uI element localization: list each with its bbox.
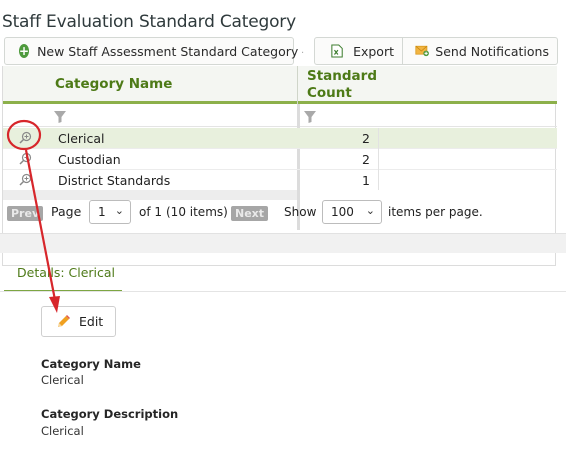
pager: Prev Page 1 ⌄ of 1 (10 items) Next Show … <box>3 190 557 266</box>
table-row[interactable]: Custodian 2 <box>3 149 557 169</box>
table-row[interactable]: District Standards 1 <box>3 170 557 190</box>
section-divider <box>0 233 566 253</box>
filter-icon[interactable] <box>54 111 66 123</box>
pencil-icon <box>58 315 70 327</box>
tab-details-label: Details: Clerical <box>17 265 116 280</box>
per-page-select-value: 100 <box>331 205 354 219</box>
cell-standard-count: 2 <box>362 131 370 146</box>
per-page-suffix: items per page. <box>388 205 483 219</box>
horizontal-scrollbar[interactable] <box>3 190 297 200</box>
grid-header: Category Name Standard Count <box>3 66 557 104</box>
chevron-down-icon: ⌄ <box>114 204 124 217</box>
per-page-select[interactable]: 100 ⌄ <box>322 200 382 224</box>
next-page-button[interactable]: Next <box>231 206 269 221</box>
cell-standard-count: 2 <box>362 152 370 167</box>
page-select-value: 1 <box>98 205 106 219</box>
zoom-icon[interactable] <box>19 173 32 186</box>
prev-page-button[interactable]: Prev <box>7 206 44 221</box>
tab-divider <box>0 291 566 292</box>
table-row[interactable]: Clerical 2 <box>3 128 557 148</box>
tab-details[interactable]: Details: Clerical <box>4 256 122 292</box>
page-title: Staff Evaluation Standard Category <box>2 12 296 32</box>
export-button[interactable]: Export <box>314 37 403 65</box>
cell-category-name: Clerical <box>58 131 105 146</box>
field-label-category-name: Category Name <box>41 357 141 371</box>
edit-label: Edit <box>79 314 104 329</box>
excel-icon <box>331 44 343 58</box>
field-value-category-name: Clerical <box>41 373 84 387</box>
toolbar-separator: · <box>301 48 305 59</box>
items-count-text: (10 items) <box>166 205 228 219</box>
column-divider <box>378 128 379 190</box>
show-label: Show <box>284 205 317 219</box>
column-header-standard-count[interactable]: Standard Count <box>307 68 377 102</box>
page-select[interactable]: 1 ⌄ <box>89 200 131 224</box>
filter-row <box>3 107 557 127</box>
new-category-button[interactable]: + New Staff Assessment Standard Category <box>4 37 298 65</box>
zoom-icon[interactable] <box>19 131 32 144</box>
page-of-text: of 1 <box>139 205 163 219</box>
filter-icon[interactable] <box>304 111 316 123</box>
column-divider <box>297 66 298 104</box>
mail-add-icon <box>415 45 429 57</box>
field-value-category-description: Clerical <box>41 424 84 438</box>
edit-button[interactable]: Edit <box>41 306 116 337</box>
send-notifications-label: Send Notifications <box>435 43 549 59</box>
field-label-category-description: Category Description <box>41 407 179 421</box>
zoom-icon[interactable] <box>19 152 32 165</box>
new-category-label: New Staff Assessment Standard Category <box>37 43 299 59</box>
chevron-down-icon: ⌄ <box>365 204 375 217</box>
plus-icon: + <box>19 44 30 58</box>
column-header-count: Count <box>307 85 352 101</box>
cell-category-name: District Standards <box>58 173 171 188</box>
cell-category-name: Custodian <box>58 152 121 167</box>
export-label: Export <box>353 43 394 59</box>
send-notifications-button[interactable]: Send Notifications <box>402 37 558 65</box>
column-header-category-name[interactable]: Category Name <box>55 76 172 92</box>
cell-standard-count: 1 <box>362 173 370 188</box>
page-label: Page <box>51 204 82 219</box>
column-header-standard: Standard <box>307 68 377 84</box>
